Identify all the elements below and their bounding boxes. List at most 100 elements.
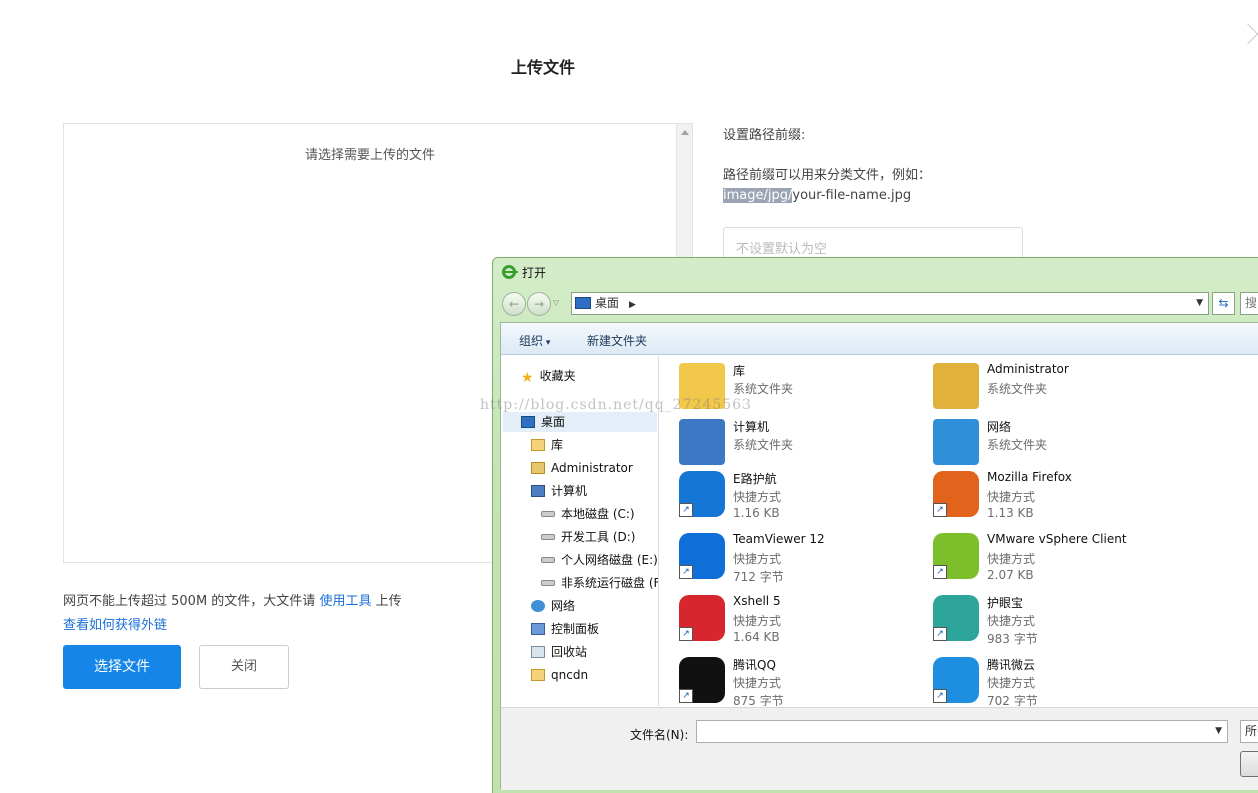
computer-icon — [531, 485, 545, 497]
file-size: 1.16 KB — [733, 506, 780, 520]
external-link-help[interactable]: 查看如何获得外链 — [63, 614, 167, 633]
limit-text: 网页不能上传超过 500M 的文件，大文件请 — [63, 594, 320, 609]
file-type: 快捷方式 — [733, 676, 782, 690]
nav-label: 个人网络磁盘 (E:) — [561, 553, 658, 567]
file-item[interactable]: ↗ Xshell 5 快捷方式 1.64 KB — [661, 591, 901, 647]
size-limit-note: 网页不能上传超过 500M 的文件，大文件请 使用工具 上传 — [63, 590, 402, 609]
close-button[interactable]: 关闭 — [199, 645, 289, 689]
file-item[interactable]: 网络 系统文件夹 — [915, 415, 1155, 471]
file-item[interactable]: Administrator 系统文件夹 — [915, 359, 1155, 415]
file-item[interactable]: ↗ VMware vSphere Client 快捷方式 2.07 KB — [915, 529, 1155, 585]
shortcut-arrow-icon: ↗ — [679, 627, 693, 641]
prefix-example: image/jpg/your-file-name.jpg — [723, 188, 911, 203]
drive-icon — [541, 534, 555, 540]
filename-dropdown-icon[interactable]: ▼ — [1215, 726, 1222, 736]
file-name: E路护航 — [733, 472, 777, 486]
file-type: 快捷方式 — [987, 552, 1036, 566]
close-icon[interactable] — [1248, 20, 1258, 50]
nav-label: qncdn — [551, 668, 589, 682]
nav-item-desktop[interactable]: 桌面 — [503, 412, 657, 432]
file-type: 系统文件夹 — [733, 382, 794, 396]
refresh-button[interactable]: ⇆ — [1212, 292, 1235, 315]
drive-icon — [541, 511, 555, 517]
nav-item-drive-e[interactable]: 个人网络磁盘 (E:) — [541, 550, 658, 570]
drive-icon — [541, 557, 555, 563]
control-panel-icon — [531, 623, 545, 635]
watermark: http://blog.csdn.net/qq_27245563 — [480, 397, 752, 413]
dialog-title-bar[interactable]: 打开 — [502, 264, 546, 282]
nav-label: Administrator — [551, 461, 633, 475]
nav-item-recycle-bin[interactable]: 回收站 — [531, 642, 587, 662]
file-item[interactable]: ↗ 腾讯微云 快捷方式 702 字节 — [915, 653, 1155, 706]
organize-menu[interactable]: 组织 — [519, 332, 550, 349]
filetype-select[interactable]: 所有 — [1240, 720, 1258, 743]
nav-label: 桌面 — [541, 415, 566, 429]
shortcut-arrow-icon: ↗ — [933, 627, 947, 641]
file-item[interactable]: ↗ TeamViewer 12 快捷方式 712 字节 — [661, 529, 901, 585]
file-item[interactable]: ↗ 腾讯QQ 快捷方式 875 字节 — [661, 653, 901, 706]
nav-item-network[interactable]: 网络 — [531, 596, 575, 616]
file-item[interactable]: ↗ E路护航 快捷方式 1.16 KB — [661, 467, 901, 523]
file-name: 腾讯QQ — [733, 658, 776, 672]
file-name: 计算机 — [733, 420, 770, 434]
file-name: Mozilla Firefox — [987, 470, 1072, 484]
use-tool-link[interactable]: 使用工具 — [319, 594, 371, 609]
nav-item-qncdn[interactable]: qncdn — [531, 665, 588, 685]
file-type: 系统文件夹 — [987, 382, 1048, 396]
breadcrumb-arrow-icon[interactable]: ▶ — [629, 300, 636, 310]
dialog-body: 组织 新建文件夹 ★ 收藏夹 桌面 库 Administrator 计算机 本地磁… — [500, 322, 1258, 790]
file-name: 护眼宝 — [987, 596, 1024, 610]
desktop-icon — [521, 416, 535, 428]
new-folder-button[interactable]: 新建文件夹 — [587, 332, 647, 349]
forward-button[interactable]: → — [527, 292, 551, 316]
nav-item-drive-c[interactable]: 本地磁盘 (C:) — [541, 504, 635, 524]
nav-label: 非系统运行磁盘 (F — [561, 576, 659, 590]
open-button[interactable] — [1240, 751, 1258, 777]
file-type: 快捷方式 — [987, 614, 1036, 628]
nav-item-control-panel[interactable]: 控制面板 — [531, 619, 599, 639]
desktop-icon — [575, 297, 591, 309]
user-folder-icon — [531, 462, 545, 474]
shortcut-arrow-icon: ↗ — [933, 565, 947, 579]
prefix-label: 设置路径前缀: — [723, 128, 806, 143]
dialog-title: 打开 — [522, 266, 547, 280]
dialog-bottom-bar: 文件名(N): ▼ 所有 — [501, 707, 1258, 790]
file-name: 网络 — [987, 420, 1012, 434]
nav-label: 回收站 — [551, 645, 588, 659]
user-folder-icon — [933, 363, 979, 409]
limit-text-end: 上传 — [371, 594, 402, 609]
file-size: 2.07 KB — [987, 568, 1034, 582]
screen: 上传文件 请选择需要上传的文件 设置路径前缀: 路径前缀可以用来分类文件，例如：… — [0, 0, 1258, 793]
back-button[interactable]: ← — [502, 292, 526, 316]
filename-input[interactable]: ▼ — [696, 720, 1228, 743]
nav-item-computer[interactable]: 计算机 — [531, 481, 587, 501]
nav-item-administrator[interactable]: Administrator — [531, 458, 633, 478]
file-type: 快捷方式 — [733, 490, 782, 504]
prefix-description: 路径前缀可以用来分类文件，例如： — [723, 168, 932, 183]
nav-item-library[interactable]: 库 — [531, 435, 563, 455]
dialog-toolbar: 组织 新建文件夹 — [501, 323, 1258, 355]
nav-item-favorites[interactable]: ★ 收藏夹 — [521, 366, 576, 386]
address-bar[interactable]: 桌面 ▶ ▼ — [571, 292, 1209, 315]
nav-label: 网络 — [551, 599, 576, 613]
search-input[interactable]: 搜 — [1240, 292, 1258, 315]
scroll-up-icon[interactable] — [681, 130, 689, 135]
nav-item-drive-f[interactable]: 非系统运行磁盘 (F — [541, 573, 659, 593]
nav-label: 控制面板 — [551, 622, 600, 636]
file-item[interactable]: ↗ Mozilla Firefox 快捷方式 1.13 KB — [915, 467, 1155, 523]
file-name: TeamViewer 12 — [733, 532, 825, 546]
choose-file-button[interactable]: 选择文件 — [63, 645, 181, 689]
history-dropdown-icon[interactable]: ▽ — [553, 298, 559, 307]
file-item[interactable]: ↗ 护眼宝 快捷方式 983 字节 — [915, 591, 1155, 647]
star-icon: ★ — [521, 370, 534, 386]
file-type: 快捷方式 — [733, 552, 782, 566]
network-icon — [531, 600, 545, 612]
nav-label: 开发工具 (D:) — [561, 530, 636, 544]
nav-label: 库 — [551, 438, 564, 452]
address-dropdown-icon[interactable]: ▼ — [1196, 293, 1203, 314]
folder-icon — [531, 669, 545, 681]
nav-item-drive-d[interactable]: 开发工具 (D:) — [541, 527, 635, 547]
file-item[interactable]: 计算机 系统文件夹 — [661, 415, 901, 471]
file-size: 712 字节 — [733, 570, 784, 584]
shortcut-arrow-icon: ↗ — [933, 689, 947, 703]
